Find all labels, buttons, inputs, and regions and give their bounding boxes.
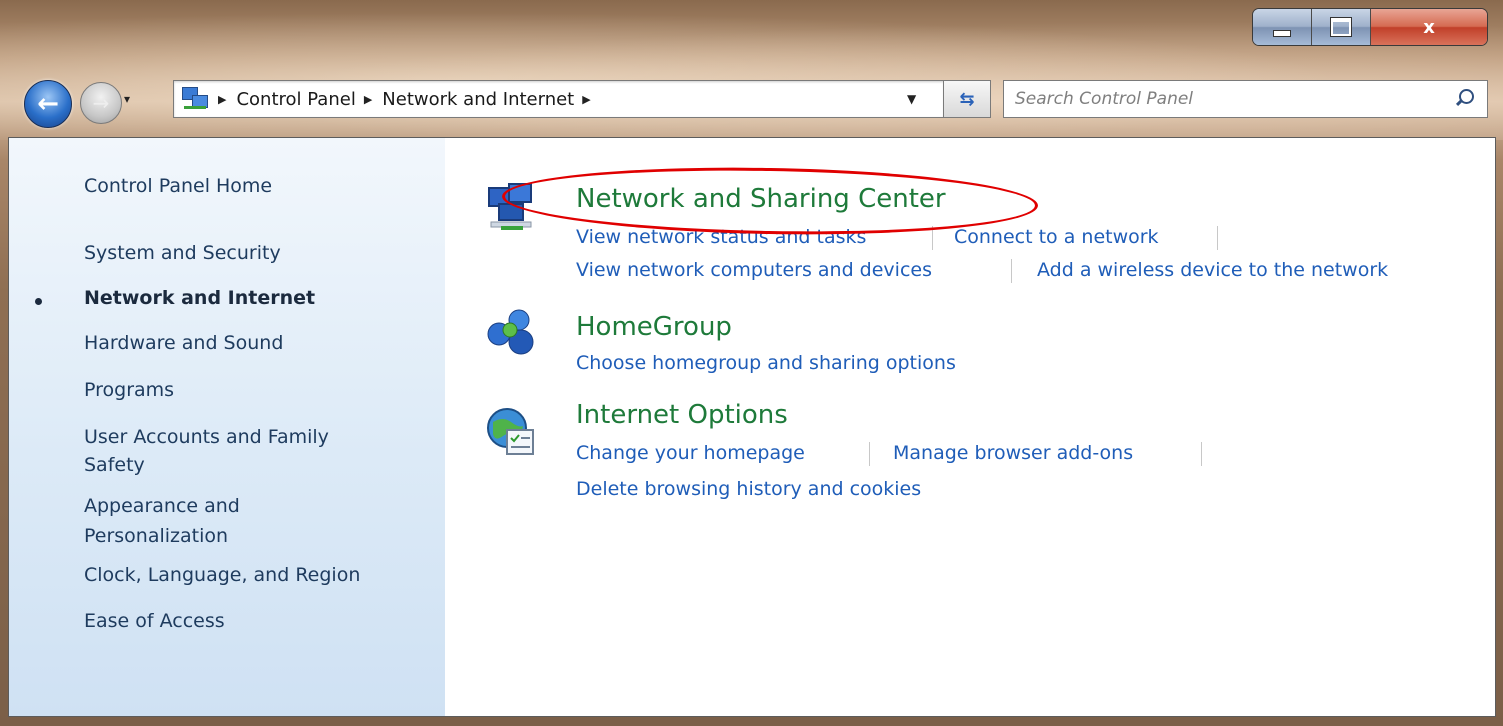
- breadcrumb-network-and-internet[interactable]: Network and Internet: [382, 89, 574, 110]
- network-center-icon[interactable]: [485, 182, 537, 234]
- sidebar-item-user-accounts-line2[interactable]: Safety: [84, 451, 145, 480]
- refresh-icon: ⇆: [959, 88, 975, 110]
- back-button[interactable]: ←: [24, 80, 72, 128]
- search-icon[interactable]: [1453, 86, 1479, 112]
- sidebar-item-control-panel-home[interactable]: Control Panel Home: [84, 172, 272, 201]
- breadcrumb-separator-icon: ▶: [218, 92, 227, 106]
- link-separator: [1011, 259, 1012, 283]
- maximize-icon: [1330, 17, 1352, 37]
- breadcrumb-control-panel[interactable]: Control Panel: [236, 89, 355, 110]
- control-panel-network-icon: [180, 86, 210, 112]
- sidebar-item-system-and-security[interactable]: System and Security: [84, 239, 281, 268]
- link-separator: [932, 226, 933, 250]
- minimize-button[interactable]: [1253, 9, 1312, 45]
- content-frame: Control Panel Home System and Security N…: [8, 137, 1496, 717]
- close-button[interactable]: x: [1371, 9, 1487, 45]
- sidebar-item-appearance-line1[interactable]: Appearance and: [84, 492, 240, 521]
- homegroup-icon[interactable]: [485, 304, 537, 356]
- forward-arrow-icon: →: [92, 91, 110, 115]
- link-separator: [869, 442, 870, 466]
- category-title-network-and-sharing-center[interactable]: Network and Sharing Center: [576, 184, 946, 214]
- sidebar-item-ease-of-access[interactable]: Ease of Access: [84, 607, 225, 636]
- refresh-button[interactable]: ⇆: [943, 80, 991, 118]
- address-dropdown-button[interactable]: ▼: [907, 92, 916, 106]
- chevron-down-icon: ▾: [124, 92, 131, 106]
- address-bar[interactable]: ▶ Control Panel ▶ Network and Internet ▶: [173, 80, 945, 118]
- sidebar-item-network-and-internet: Network and Internet: [84, 287, 316, 309]
- link-add-wireless-device[interactable]: Add a wireless device to the network: [1037, 259, 1388, 281]
- sidebar: Control Panel Home System and Security N…: [9, 138, 445, 716]
- sidebar-item-programs[interactable]: Programs: [84, 376, 174, 405]
- close-icon: x: [1423, 16, 1435, 38]
- search-input[interactable]: [1013, 88, 1453, 110]
- category-title-homegroup[interactable]: HomeGroup: [576, 312, 732, 342]
- search-box[interactable]: [1003, 80, 1488, 118]
- breadcrumb-separator-icon[interactable]: ▶: [364, 93, 372, 106]
- chevron-down-icon: ▼: [907, 92, 917, 106]
- sidebar-item-clock-language-region[interactable]: Clock, Language, and Region: [84, 561, 360, 590]
- link-view-network-computers[interactable]: View network computers and devices: [576, 259, 932, 281]
- breadcrumb-separator-icon[interactable]: ▶: [582, 93, 590, 106]
- category-title-internet-options[interactable]: Internet Options: [576, 400, 788, 430]
- maximize-button[interactable]: [1312, 9, 1371, 45]
- link-choose-homegroup-options[interactable]: Choose homegroup and sharing options: [576, 352, 956, 374]
- sidebar-item-appearance-line2[interactable]: Personalization: [84, 522, 228, 551]
- main-content: Network and Sharing Center View network …: [445, 138, 1495, 716]
- back-arrow-icon: ←: [37, 89, 59, 119]
- minimize-icon: [1273, 29, 1291, 37]
- internet-options-icon[interactable]: [485, 406, 537, 458]
- link-delete-browsing-history[interactable]: Delete browsing history and cookies: [576, 478, 921, 500]
- link-separator: [1217, 226, 1218, 250]
- link-manage-browser-addons[interactable]: Manage browser add-ons: [893, 442, 1133, 464]
- active-bullet-icon: [35, 298, 42, 305]
- recent-pages-button[interactable]: ▾: [124, 92, 138, 108]
- sidebar-item-hardware-and-sound[interactable]: Hardware and Sound: [84, 329, 283, 358]
- link-separator: [1201, 442, 1202, 466]
- sidebar-item-user-accounts-line1[interactable]: User Accounts and Family: [84, 423, 329, 452]
- link-view-network-status[interactable]: View network status and tasks: [576, 226, 866, 248]
- forward-button[interactable]: →: [80, 82, 122, 124]
- window-caption-buttons: x: [1252, 8, 1488, 46]
- link-connect-to-network[interactable]: Connect to a network: [954, 226, 1159, 248]
- link-change-homepage[interactable]: Change your homepage: [576, 442, 805, 464]
